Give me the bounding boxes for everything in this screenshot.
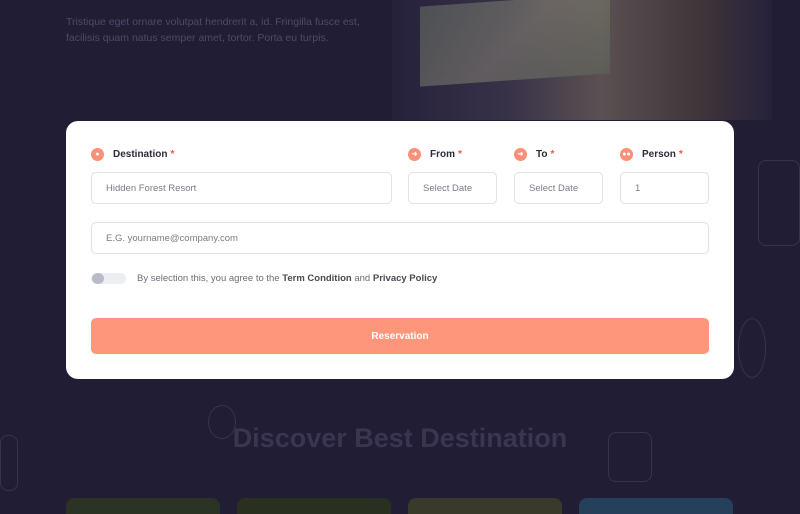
- from-label: ➜ From *: [408, 148, 462, 161]
- privacy-policy-link[interactable]: Privacy Policy: [373, 273, 437, 284]
- users-icon: ●●: [620, 148, 633, 161]
- map-pin-icon: ●: [91, 148, 104, 161]
- hero-map-image: [420, 0, 610, 87]
- suitcase-doodle-icon: [758, 160, 800, 246]
- destination-card-thumb[interactable]: [408, 498, 562, 514]
- term-condition-link[interactable]: Term Condition: [282, 273, 351, 284]
- sign-out-icon: ➜: [514, 148, 527, 161]
- reservation-form: ● Destination * ➜ From * ➜ To * ●● Person * …: [66, 121, 734, 379]
- sign-in-icon: ➜: [408, 148, 421, 161]
- compass-doodle-icon: [738, 318, 766, 378]
- destination-card-thumb[interactable]: [237, 498, 391, 514]
- destination-label: ● Destination *: [91, 148, 174, 161]
- section-title: Discover Best Destination: [232, 423, 568, 453]
- destination-input[interactable]: Hidden Forest Resort: [91, 172, 392, 204]
- reservation-button[interactable]: Reservation: [91, 318, 709, 354]
- agreement-toggle[interactable]: [91, 273, 126, 284]
- toggle-knob: [92, 273, 104, 284]
- agreement-text: By selection this, you agree to the Term…: [137, 273, 438, 284]
- person-input[interactable]: 1: [620, 172, 709, 204]
- person-label: ●● Person *: [620, 148, 683, 161]
- from-date-input[interactable]: Select Date: [408, 172, 497, 204]
- destination-card-thumb[interactable]: [579, 498, 733, 514]
- hero-description: Tristique eget ornare volutpat hendrerit…: [66, 16, 360, 44]
- destination-card-thumb[interactable]: [66, 498, 220, 514]
- to-date-input[interactable]: Select Date: [514, 172, 603, 204]
- agreement-row: By selection this, you agree to the Term…: [91, 273, 437, 284]
- to-label: ➜ To *: [514, 148, 554, 161]
- email-input[interactable]: E.G. yourname@company.com: [91, 222, 709, 254]
